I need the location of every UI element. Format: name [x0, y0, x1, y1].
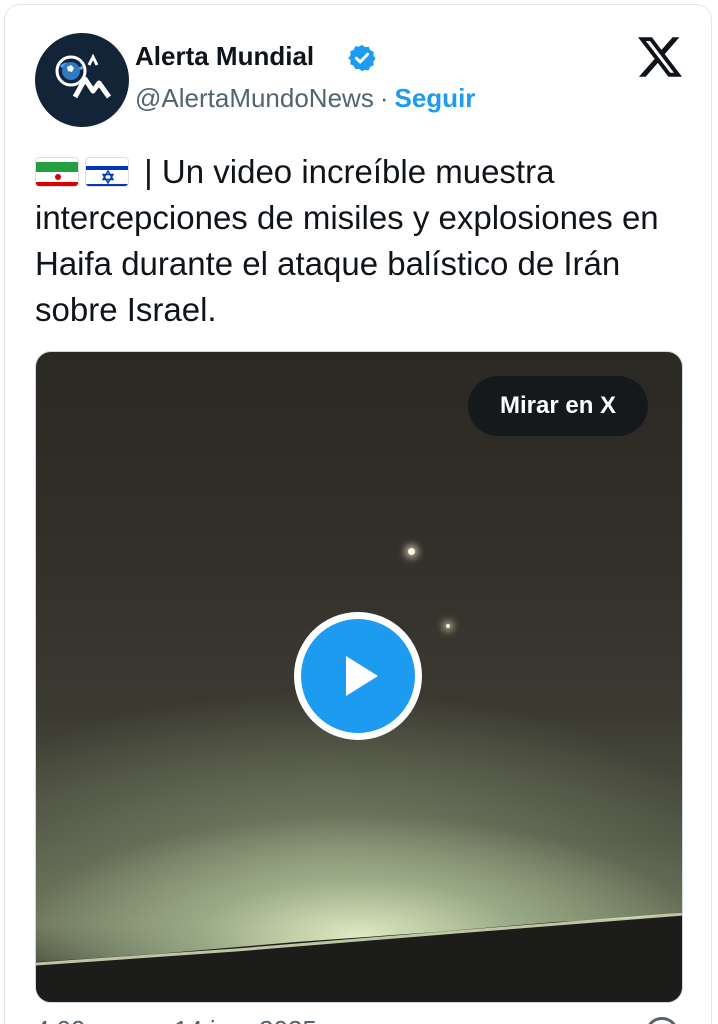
tweet-card: Alerta Mundial @AlertaMundoNews·Seguir	[4, 4, 712, 1024]
tweet-text: | Un video increíble muestra intercepcio…	[35, 149, 695, 333]
author-name[interactable]: Alerta Mundial	[135, 41, 314, 72]
missile-light	[446, 624, 450, 628]
follow-button[interactable]: Seguir	[395, 83, 476, 113]
globe-mountain-logo-icon	[55, 53, 112, 99]
author-handle-line: @AlertaMundoNews · Seguir	[135, 83, 475, 114]
info-icon[interactable]	[645, 1017, 679, 1024]
verified-badge-icon	[348, 44, 376, 72]
video-player[interactable]: Mirar en X	[35, 351, 683, 1003]
iran-flag-icon	[35, 157, 79, 187]
tweet-timestamp[interactable]: 4:09 a. m. · 14 jun. 2025	[35, 1015, 317, 1024]
separator-dot: ·	[379, 83, 389, 113]
israel-flag-icon	[85, 157, 129, 187]
author-handle[interactable]: @AlertaMundoNews	[135, 83, 374, 113]
watch-on-x-button[interactable]: Mirar en X	[468, 376, 649, 436]
ground-silhouette	[36, 912, 682, 1002]
play-icon	[301, 619, 415, 733]
missile-light	[408, 548, 415, 555]
avatar[interactable]	[35, 33, 129, 127]
x-logo-icon[interactable]	[637, 35, 683, 79]
play-button[interactable]	[294, 612, 422, 740]
